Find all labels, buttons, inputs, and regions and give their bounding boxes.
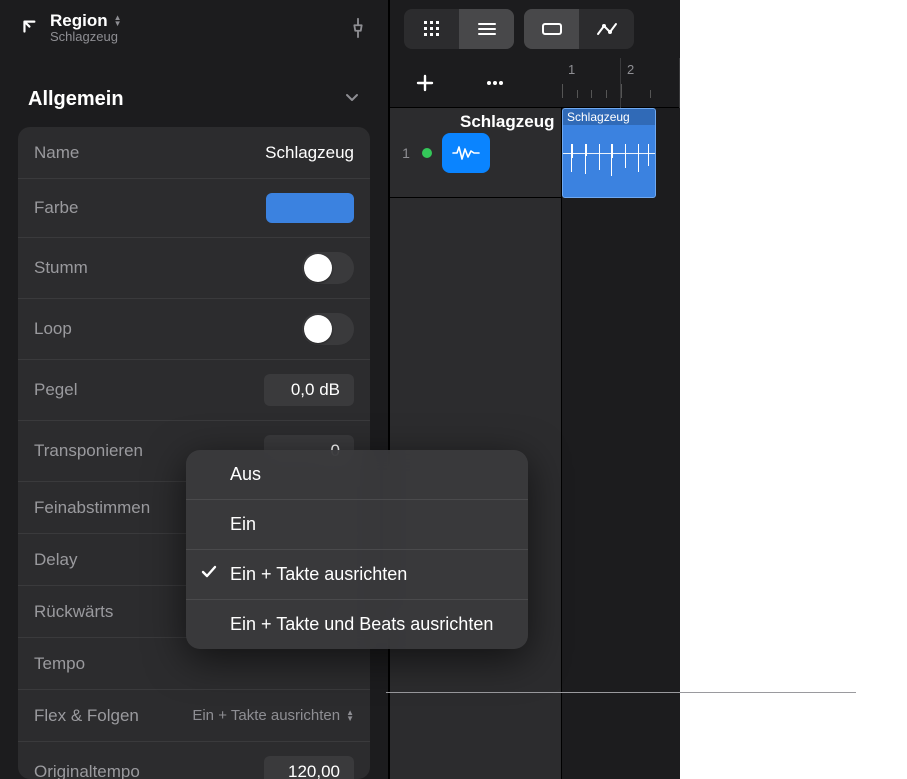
inspector-panel: Region ▲▼ Schlagzeug Allgemein Name Schl… bbox=[0, 0, 389, 779]
label-name: Name bbox=[34, 143, 79, 163]
label-tempo: Tempo bbox=[34, 654, 85, 674]
inspector-header: Region ▲▼ Schlagzeug bbox=[0, 0, 388, 56]
timeline-ruler[interactable]: 1 2 bbox=[562, 58, 680, 108]
more-options-button[interactable] bbox=[480, 68, 510, 98]
value-name: Schlagzeug bbox=[265, 143, 354, 163]
value-origtempo[interactable]: 120,00 bbox=[264, 756, 354, 779]
region-mode-button[interactable] bbox=[524, 9, 579, 49]
row-level: Pegel 0,0 dB bbox=[18, 360, 370, 421]
popup-option-on-bars[interactable]: Ein + Takte ausrichten bbox=[186, 550, 528, 600]
automation-mode-button[interactable] bbox=[579, 9, 634, 49]
chevron-down-icon bbox=[344, 88, 360, 111]
updown-icon: ▲▼ bbox=[346, 710, 354, 722]
flex-follow-popup: Aus Ein Ein + Takte ausrichten Ein + Tak… bbox=[186, 450, 528, 649]
label-origtempo: Originaltempo bbox=[34, 762, 140, 779]
label-level: Pegel bbox=[34, 380, 77, 400]
popup-option-on-bars-beats[interactable]: Ein + Takte und Beats ausrichten bbox=[186, 600, 528, 649]
label-finetune: Feinabstimmen bbox=[34, 498, 150, 518]
inspector-subtitle: Schlagzeug bbox=[50, 30, 122, 45]
popup-option-label: Aus bbox=[230, 464, 261, 485]
track-enabled-dot[interactable] bbox=[422, 148, 432, 158]
track-subtoolbar: 1 2 bbox=[390, 58, 680, 108]
back-icon[interactable] bbox=[16, 16, 40, 40]
track-lane[interactable]: Schlagzeug bbox=[562, 108, 680, 779]
row-loop: Loop bbox=[18, 299, 370, 360]
popup-option-label: Ein + Takte ausrichten bbox=[230, 564, 407, 585]
callout-line bbox=[386, 692, 856, 693]
view-mode-segment bbox=[404, 9, 514, 49]
ruler-bar-1: 1 bbox=[568, 62, 575, 77]
track-name: Schlagzeug bbox=[460, 112, 554, 132]
app-frame: Region ▲▼ Schlagzeug Allgemein Name Schl… bbox=[0, 0, 680, 779]
row-flex[interactable]: Flex & Folgen Ein + Takte ausrichten ▲▼ bbox=[18, 690, 370, 742]
tracks-panel: 1 2 Schlagzeug 1 bbox=[389, 0, 680, 779]
check-icon bbox=[200, 563, 218, 586]
popup-option-off[interactable]: Aus bbox=[186, 450, 528, 500]
value-level[interactable]: 0,0 dB bbox=[264, 374, 354, 406]
ruler-bar-2: 2 bbox=[627, 62, 634, 77]
label-mute: Stumm bbox=[34, 258, 88, 278]
updown-icon[interactable]: ▲▼ bbox=[114, 15, 122, 27]
section-header-general[interactable]: Allgemein bbox=[0, 56, 388, 121]
audio-region[interactable]: Schlagzeug bbox=[562, 108, 656, 198]
popup-option-label: Ein bbox=[230, 514, 256, 535]
track-header-row[interactable]: Schlagzeug 1 bbox=[390, 108, 561, 198]
track-type-icon[interactable] bbox=[442, 133, 490, 173]
value-flex: Ein + Takte ausrichten bbox=[192, 707, 340, 724]
section-title: Allgemein bbox=[28, 88, 124, 111]
toggle-loop[interactable] bbox=[302, 313, 354, 345]
popup-option-label: Ein + Takte und Beats ausrichten bbox=[230, 614, 493, 635]
row-origtempo: Originaltempo 120,00 bbox=[18, 742, 370, 779]
label-delay: Delay bbox=[34, 550, 77, 570]
edit-mode-segment bbox=[524, 9, 634, 49]
row-color[interactable]: Farbe bbox=[18, 179, 370, 238]
pin-icon[interactable] bbox=[344, 14, 372, 42]
inspector-title[interactable]: Region bbox=[50, 11, 108, 31]
grid-view-button[interactable] bbox=[404, 9, 459, 49]
add-track-button[interactable] bbox=[410, 68, 440, 98]
label-loop: Loop bbox=[34, 319, 72, 339]
label-transpose: Transponieren bbox=[34, 441, 143, 461]
popup-option-on[interactable]: Ein bbox=[186, 500, 528, 550]
view-toolbar bbox=[390, 0, 680, 58]
toggle-mute[interactable] bbox=[302, 252, 354, 284]
track-area: Schlagzeug 1 Schlagzeug bbox=[390, 108, 680, 779]
track-header-column: Schlagzeug 1 bbox=[390, 108, 562, 779]
color-swatch[interactable] bbox=[266, 193, 354, 223]
list-view-button[interactable] bbox=[459, 9, 514, 49]
track-number: 1 bbox=[400, 145, 412, 161]
row-name[interactable]: Name Schlagzeug bbox=[18, 127, 370, 179]
label-reverse: Rückwärts bbox=[34, 602, 113, 622]
label-flex: Flex & Folgen bbox=[34, 706, 139, 726]
label-color: Farbe bbox=[34, 198, 78, 218]
region-label: Schlagzeug bbox=[563, 109, 655, 125]
row-mute: Stumm bbox=[18, 238, 370, 299]
